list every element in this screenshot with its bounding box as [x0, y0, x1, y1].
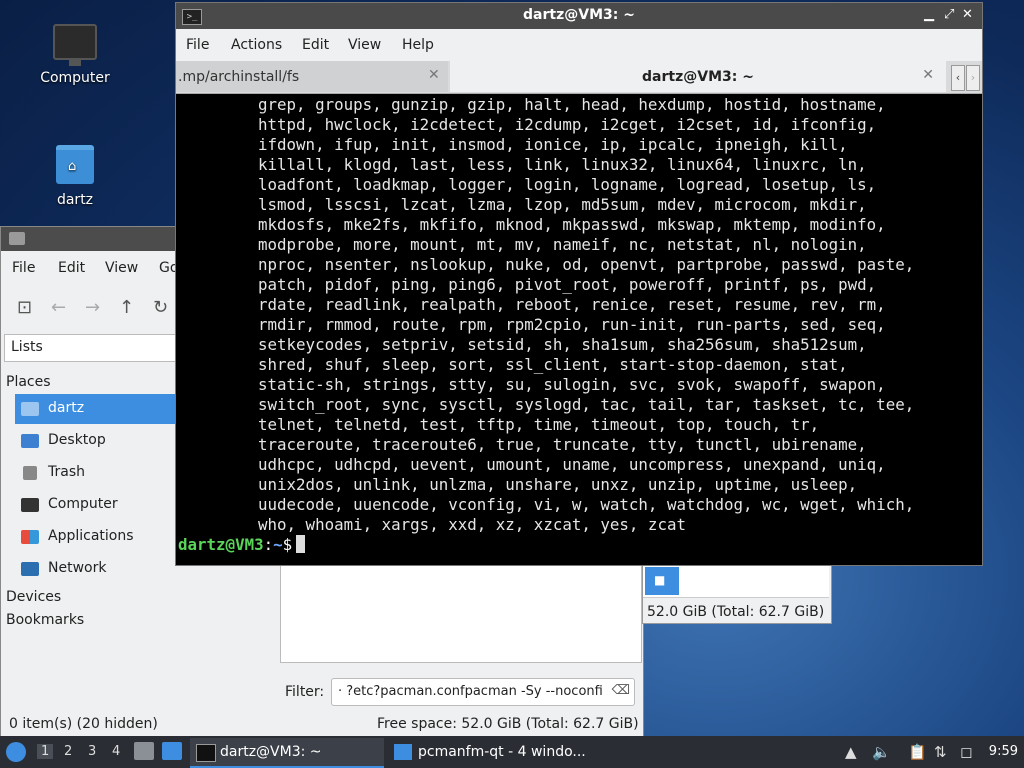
show-desktop-icon[interactable] — [162, 742, 182, 760]
home-folder-icon: ⌂ — [56, 145, 94, 184]
terminal-screen[interactable]: grep, groups, gunzip, gzip, halt, head, … — [176, 94, 982, 565]
places-heading[interactable]: Places — [6, 374, 51, 390]
up-arrow-icon[interactable]: ↑ — [119, 297, 134, 318]
desktop-icon — [21, 434, 39, 448]
task-label: pcmanfm-qt - 4 windo... — [418, 744, 586, 760]
back-arrow-icon[interactable]: ← — [51, 297, 66, 318]
workspace-2[interactable]: 2 — [64, 744, 72, 759]
status-item-count: 0 item(s) (20 hidden) — [9, 716, 158, 732]
terminal-tabbar: .mp/archinstall/fs ✕ dartz@VM3: ~ ✕ ‹ › — [176, 61, 982, 94]
place-dartz[interactable]: dartz — [15, 394, 185, 424]
tab-scroll-left-icon[interactable]: ‹ — [951, 65, 965, 91]
tab-close-icon[interactable]: ✕ — [922, 67, 934, 83]
taskbar: 1 2 3 4 dartz@VM3: ~ pcmanfm-qt - 4 wind… — [0, 736, 1024, 768]
clipboard-icon[interactable]: 📋 — [908, 743, 927, 761]
folder-icon — [394, 744, 412, 760]
updates-icon[interactable]: ▲ — [845, 743, 857, 761]
desktop-icon-label: dartz — [56, 192, 94, 208]
file-manager-launcher-icon[interactable] — [134, 742, 154, 760]
place-applications[interactable]: Applications — [15, 522, 185, 552]
desktop-icon-dartz[interactable]: ⌂ dartz — [30, 145, 120, 208]
workspace-1[interactable]: 1 — [37, 744, 54, 759]
tab-label: .mp/archinstall/fs — [178, 69, 300, 85]
reload-icon[interactable]: ↻ — [153, 297, 168, 318]
desktop-icon-computer[interactable]: Computer — [30, 24, 120, 86]
network-icon[interactable]: ⇅ — [934, 743, 947, 761]
workspace-4[interactable]: 4 — [112, 744, 120, 759]
close-icon[interactable]: ✕ — [962, 7, 973, 22]
workspace-3[interactable]: 3 — [88, 744, 96, 759]
devices-heading[interactable]: Devices — [6, 589, 61, 605]
menu-edit[interactable]: Edit — [58, 260, 85, 276]
menu-actions[interactable]: Actions — [231, 37, 282, 53]
folder-icon — [9, 232, 25, 245]
tab-label: dartz@VM3: ~ — [642, 69, 754, 85]
status-free-space: 52.0 GiB (Total: 62.7 GiB) — [647, 604, 825, 620]
menu-edit[interactable]: Edit — [302, 37, 329, 53]
clear-text-icon[interactable]: ⌫ — [612, 683, 630, 698]
terminal-icon — [196, 744, 216, 762]
file-manager-window-2: ■ 52.0 GiB (Total: 62.7 GiB) — [642, 562, 832, 624]
start-menu-icon[interactable] — [6, 742, 26, 762]
place-label: dartz — [48, 400, 85, 416]
applications-icon — [21, 530, 39, 544]
bookmarks-heading[interactable]: Bookmarks — [6, 612, 84, 628]
menu-file[interactable]: File — [12, 260, 35, 276]
side-pane-mode-value: Lists — [11, 339, 43, 355]
prompt-colon: : — [263, 535, 274, 554]
text-cursor — [296, 535, 306, 553]
terminal-menubar: File Actions Edit View Help — [176, 29, 982, 61]
prompt-user: dartz@VM3 — [178, 535, 264, 554]
place-label: Network — [48, 560, 107, 576]
folder-view[interactable]: ■ — [643, 563, 829, 598]
place-label: Computer — [48, 496, 118, 512]
maximize-icon[interactable]: ⤢ — [944, 7, 954, 22]
place-computer[interactable]: Computer — [15, 490, 185, 520]
tab-scroll-right-icon[interactable]: › — [966, 65, 980, 91]
terminal-titlebar[interactable]: >_ dartz@VM3: ~ ▁ ⤢ ✕ — [176, 3, 982, 29]
terminal-output: grep, groups, gunzip, gzip, halt, head, … — [258, 95, 915, 534]
folder-view[interactable] — [280, 557, 642, 663]
place-label: Applications — [48, 528, 134, 544]
terminal-window: >_ dartz@VM3: ~ ▁ ⤢ ✕ File Actions Edit … — [175, 2, 983, 566]
menu-file[interactable]: File — [186, 37, 209, 53]
desktop-icon-label: Computer — [40, 70, 110, 86]
menu-view[interactable]: View — [105, 260, 138, 276]
menu-view[interactable]: View — [348, 37, 381, 53]
computer-icon — [53, 24, 97, 66]
notification-icon[interactable]: ◻ — [960, 743, 972, 761]
network-icon — [21, 562, 39, 576]
taskbar-task-pcmanfm[interactable]: pcmanfm-qt - 4 windo... — [388, 738, 608, 766]
tab-archinstall[interactable]: .mp/archinstall/fs ✕ — [176, 61, 448, 92]
filter-label: Filter: — [285, 684, 325, 700]
forward-arrow-icon[interactable]: → — [85, 297, 100, 318]
filter-input-value: · ?etc?pacman.confpacman -Sy --noconfi — [338, 684, 603, 699]
place-label: Trash — [48, 464, 85, 480]
prompt-symbol: $ — [282, 535, 293, 554]
video-folder-icon[interactable]: ■ — [645, 567, 679, 595]
minimize-icon[interactable]: ▁ — [924, 7, 934, 22]
taskbar-task-terminal[interactable]: dartz@VM3: ~ — [190, 738, 384, 768]
prompt-path: ~ — [273, 535, 283, 554]
window-title: dartz@VM3: ~ — [523, 7, 635, 23]
computer-icon — [21, 498, 39, 512]
new-tab-icon[interactable]: ⊡ — [17, 297, 32, 318]
task-label: dartz@VM3: ~ — [220, 744, 322, 760]
terminal-prompt: dartz@VM3:~$ — [178, 535, 306, 555]
clock[interactable]: 9:59 — [989, 744, 1018, 759]
filter-input[interactable]: · ?etc?pacman.confpacman -Sy --noconfi ⌫ — [331, 678, 635, 706]
side-pane-mode-select[interactable]: Lists — [4, 334, 196, 362]
volume-icon[interactable]: 🔈 — [872, 743, 891, 761]
tab-close-icon[interactable]: ✕ — [428, 67, 440, 83]
place-network[interactable]: Network — [15, 554, 185, 584]
place-desktop[interactable]: Desktop — [15, 426, 185, 456]
place-label: Desktop — [48, 432, 106, 448]
home-icon — [21, 402, 39, 416]
status-free-space: Free space: 52.0 GiB (Total: 62.7 GiB) — [377, 716, 639, 732]
menu-help[interactable]: Help — [402, 37, 434, 53]
trash-icon — [23, 466, 37, 480]
tab-home[interactable]: dartz@VM3: ~ ✕ — [450, 61, 946, 92]
place-trash[interactable]: Trash — [15, 458, 185, 488]
